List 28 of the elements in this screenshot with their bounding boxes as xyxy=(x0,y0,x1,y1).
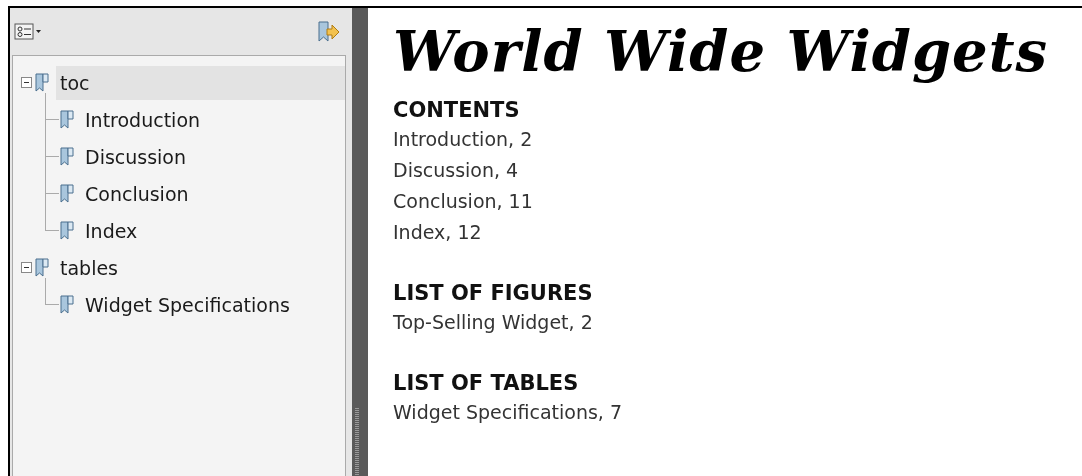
bookmark-item[interactable]: Index xyxy=(81,213,345,248)
contents-entry: Widget Specifications, 7 xyxy=(393,400,622,425)
collapse-toggle[interactable] xyxy=(21,77,32,88)
options-menu-icon[interactable] xyxy=(14,22,42,41)
section-heading: LIST OF TABLES xyxy=(393,370,579,397)
section-heading: LIST OF FIGURES xyxy=(393,280,593,307)
bookmark-item[interactable]: toc xyxy=(56,65,345,100)
document-title: World Wide Widgets xyxy=(393,18,1049,84)
bookmark-item[interactable]: Discussion xyxy=(81,139,345,174)
contents-entry: Introduction, 2 xyxy=(393,127,533,152)
contents-entry: Discussion, 4 xyxy=(393,158,519,183)
bookmark-icon xyxy=(59,220,75,241)
collapse-toggle[interactable] xyxy=(21,262,32,273)
bookmark-icon xyxy=(34,72,50,93)
bookmark-icon xyxy=(59,294,75,315)
bookmark-item[interactable]: Introduction xyxy=(81,102,345,137)
bookmark-item[interactable]: tables xyxy=(56,250,345,285)
bookmark-icon xyxy=(59,183,75,204)
bookmark-arrow-icon[interactable] xyxy=(316,19,340,44)
contents-entry: Top-Selling Widget, 2 xyxy=(393,310,593,335)
bookmark-icon xyxy=(34,257,50,278)
bookmark-item[interactable]: Widget Specifications xyxy=(81,287,345,322)
contents-entry: Index, 12 xyxy=(393,220,482,245)
bookmark-icon xyxy=(59,146,75,167)
bookmark-icon xyxy=(59,109,75,130)
bookmark-item[interactable]: Conclusion xyxy=(81,176,345,211)
section-heading: CONTENTS xyxy=(393,97,520,124)
contents-entry: Conclusion, 11 xyxy=(393,189,533,214)
